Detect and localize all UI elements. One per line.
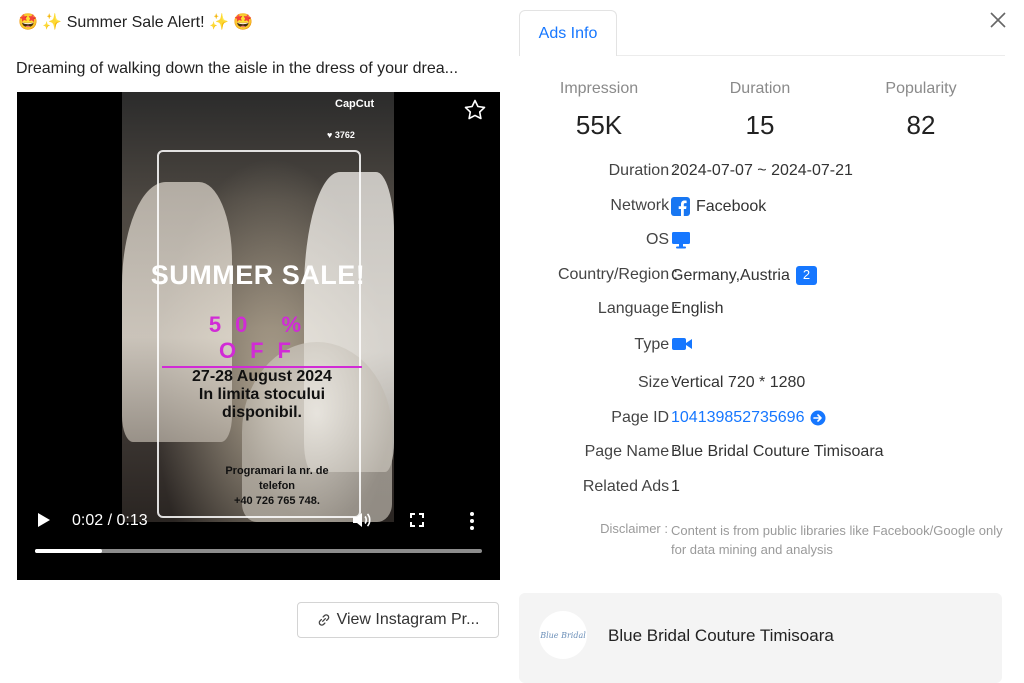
fullscreen-icon[interactable] [410, 513, 424, 527]
video-player[interactable]: CapCut ♥ 3762 SUMMER SALE! 50 % OFF 27-2… [17, 92, 500, 580]
stat-value: 82 [906, 110, 936, 140]
row-page-id: Page ID : 104139852735696 [520, 409, 1020, 431]
row-value-wrap [671, 231, 691, 249]
facebook-icon [671, 197, 690, 216]
close-icon[interactable] [988, 10, 1008, 30]
stat-label: Impression [559, 80, 639, 97]
row-size: Size : Vertical 720 * 1280 [520, 374, 1020, 396]
network-value: Facebook [696, 197, 767, 215]
disclaimer-text: Content is from public libraries like Fa… [671, 523, 1003, 557]
tab-divider [617, 55, 1005, 56]
dates-line-3: disponibil. [222, 404, 302, 421]
row-language: Language : English [520, 300, 1020, 322]
sale-headline: SUMMER SALE! [150, 260, 366, 290]
sale-dates: 27-28 August 2024 In limita stocului dis… [137, 368, 387, 422]
dates-line-1: 27-28 August 2024 [192, 368, 332, 385]
progress-fill [35, 549, 103, 553]
tab-ads-info[interactable]: Ads Info [519, 10, 617, 56]
link-icon [318, 614, 329, 626]
row-label: Page ID : [611, 409, 678, 426]
row-type: Type : [520, 336, 1020, 358]
dates-line-2: In limita stocului [198, 386, 326, 403]
volume-icon[interactable] [352, 512, 372, 528]
page-card-name: Blue Bridal Couture Timisoara [608, 626, 834, 645]
video-time: 0:02 / 0:13 [72, 512, 148, 529]
discount-text: 50 % OFF [162, 312, 362, 368]
row-label: Network : [610, 197, 678, 214]
page-card[interactable]: Blue Bridal Blue Bridal Couture Timisoar… [519, 593, 1002, 683]
post-description: Dreaming of walking down the aisle in th… [16, 60, 459, 77]
video-controls: 0:02 / 0:13 [17, 492, 500, 580]
row-value: 2024-07-07 ~ 2024-07-21 [671, 162, 853, 179]
row-label: Duration : [608, 162, 678, 179]
page-logo-text: Blue Bridal [540, 630, 586, 640]
row-label: Country/Region : [557, 266, 678, 283]
row-value: 1 [671, 478, 680, 495]
stat-duration: Duration 15 [680, 80, 840, 141]
row-country: Country/Region : Germany,Austria 2 [520, 266, 1020, 288]
row-related-ads: Related Ads : 1 [520, 478, 1020, 500]
row-label: Page Name : [584, 443, 678, 460]
disclaimer-label: Disclaimer : [600, 521, 668, 536]
stat-label: Popularity [885, 80, 957, 97]
progress-track[interactable] [35, 549, 482, 553]
row-value-wrap [671, 336, 693, 352]
more-vertical-icon[interactable] [469, 512, 475, 530]
play-icon[interactable] [37, 512, 51, 528]
row-page-name: Page Name : Blue Bridal Couture Timisoar… [520, 443, 1020, 465]
stat-value: 55K [575, 110, 623, 140]
view-instagram-label: View Instagram Pr... [336, 611, 480, 628]
row-network: Network : Facebook [520, 197, 1020, 219]
page-id-link[interactable]: 104139852735696 [671, 409, 804, 427]
row-os: OS : [520, 231, 1020, 253]
arrow-right-circle-icon[interactable] [810, 410, 826, 426]
capcut-watermark: CapCut [335, 98, 375, 110]
row-label: Related Ads : [582, 478, 678, 495]
post-title: 🤩 ✨ Summer Sale Alert! ✨ 🤩 [18, 14, 254, 31]
phone-line-1: Programari la nr. de [225, 465, 329, 477]
stat-value: 15 [745, 110, 775, 140]
view-instagram-button[interactable]: View Instagram Pr... [297, 602, 499, 638]
row-value: English [671, 300, 724, 317]
country-count-badge[interactable]: 2 [795, 266, 818, 285]
row-value-wrap: Facebook [671, 197, 766, 216]
row-label: Language : [597, 300, 678, 317]
row-value: Blue Bridal Couture Timisoara [671, 443, 884, 460]
likes-count: ♥ 3762 [327, 130, 355, 140]
row-value: Vertical 720 * 1280 [671, 374, 806, 391]
row-value-wrap: Germany,Austria 2 [671, 266, 818, 285]
stat-popularity: Popularity 82 [841, 80, 1001, 141]
stat-impression: Impression 55K [519, 80, 679, 141]
video-camera-icon [672, 338, 692, 350]
row-duration: Duration : 2024-07-07 ~ 2024-07-21 [520, 162, 1020, 184]
star-icon[interactable] [463, 98, 487, 122]
country-value: Germany,Austria [671, 266, 790, 284]
page-logo: Blue Bridal [539, 611, 587, 659]
row-value-wrap: 104139852735696 [671, 409, 826, 427]
stat-label: Duration [729, 80, 791, 97]
desktop-icon [672, 232, 690, 249]
